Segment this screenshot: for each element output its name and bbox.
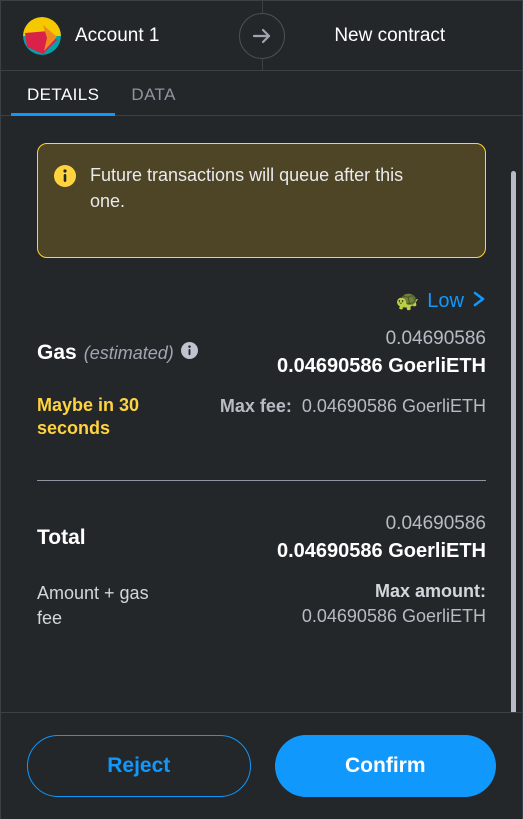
amount-row: Amount + gas fee Max amount: 0.04690586 … [37,581,486,631]
info-circle-glyph [54,165,76,187]
confirm-button[interactable]: Confirm [274,735,496,797]
max-amount-value: 0.04690586 GoerliETH [301,606,486,627]
account-name: Account 1 [75,24,160,46]
jazzicon-avatar [23,16,61,55]
total-primary-value: 0.04690586 GoerliETH [276,540,486,563]
direction-arrow [234,1,290,70]
transaction-details-panel: Future transactions will queue after thi… [1,116,522,712]
turtle-icon: 🐢 [395,291,420,312]
max-fee-group: Max fee: 0.04690586 GoerliETH [220,394,486,417]
gas-label: Gas [37,341,77,364]
total-label-group: Total [37,526,86,550]
gas-info-glyph [180,342,198,359]
chevron-right-icon [472,289,486,314]
reject-button[interactable]: Reject [27,735,251,797]
gas-row: Gas (estimated) 0.04690586 0.04690586 Go… [37,328,486,378]
gas-level-label: Low [427,290,464,312]
total-secondary-value: 0.04690586 [385,513,486,535]
info-circle-icon [54,165,76,192]
total-label: Total [37,526,86,550]
chevron-right-glyph [473,291,485,307]
total-row: Total 0.04690586 0.04690586 GoerliETH [37,513,486,563]
scrollbar-thumb[interactable] [511,171,516,712]
arrow-divider-top [261,1,263,13]
queue-warning-banner: Future transactions will queue after thi… [37,143,486,258]
arrow-right-glyph [252,28,270,43]
tab-details[interactable]: DETAILS [11,85,116,116]
gas-speed-estimate: Maybe in 30 seconds [37,395,140,439]
tab-data[interactable]: DATA [115,85,191,115]
amount-description: Amount + gas fee [37,583,149,628]
banner-message: Future transactions will queue after thi… [90,165,404,211]
gas-label-group: Gas (estimated) [37,341,198,365]
gas-info-icon[interactable] [180,342,198,364]
max-amount-group: Max amount: 0.04690586 GoerliETH [302,581,486,627]
total-values: 0.04690586 0.04690586 GoerliETH [277,513,486,563]
sender-info: Account 1 [1,1,268,70]
max-fee-label: Max fee: [219,396,292,416]
arrow-right-icon [238,12,285,59]
transaction-confirmation-window: Account 1 New contract DETAILS DATA Futu… [0,0,523,819]
gas-primary-value: 0.04690586 GoerliETH [276,355,486,377]
transaction-header: Account 1 New contract [1,1,522,71]
section-divider [37,480,486,482]
action-footer: Reject Confirm [1,712,522,819]
max-fee-value: 0.04690586 GoerliETH [301,396,486,416]
avatar-graphic [23,16,61,55]
recipient-name: New contract [334,24,446,46]
arrow-divider-bottom [261,58,263,70]
gas-values: 0.04690586 0.04690586 GoerliETH [277,328,486,378]
scrollbar[interactable] [511,171,516,712]
gas-estimated-label: (estimated) [83,342,174,363]
tab-bar: DETAILS DATA [1,71,522,116]
gas-speed-row: Maybe in 30 seconds Max fee: 0.04690586 … [37,394,486,440]
recipient-info: New contract [268,1,523,70]
gas-secondary-value: 0.04690586 [385,328,486,349]
max-amount-label: Max amount: [374,581,486,602]
gas-speed-selector[interactable]: 🐢 Low [37,289,486,314]
